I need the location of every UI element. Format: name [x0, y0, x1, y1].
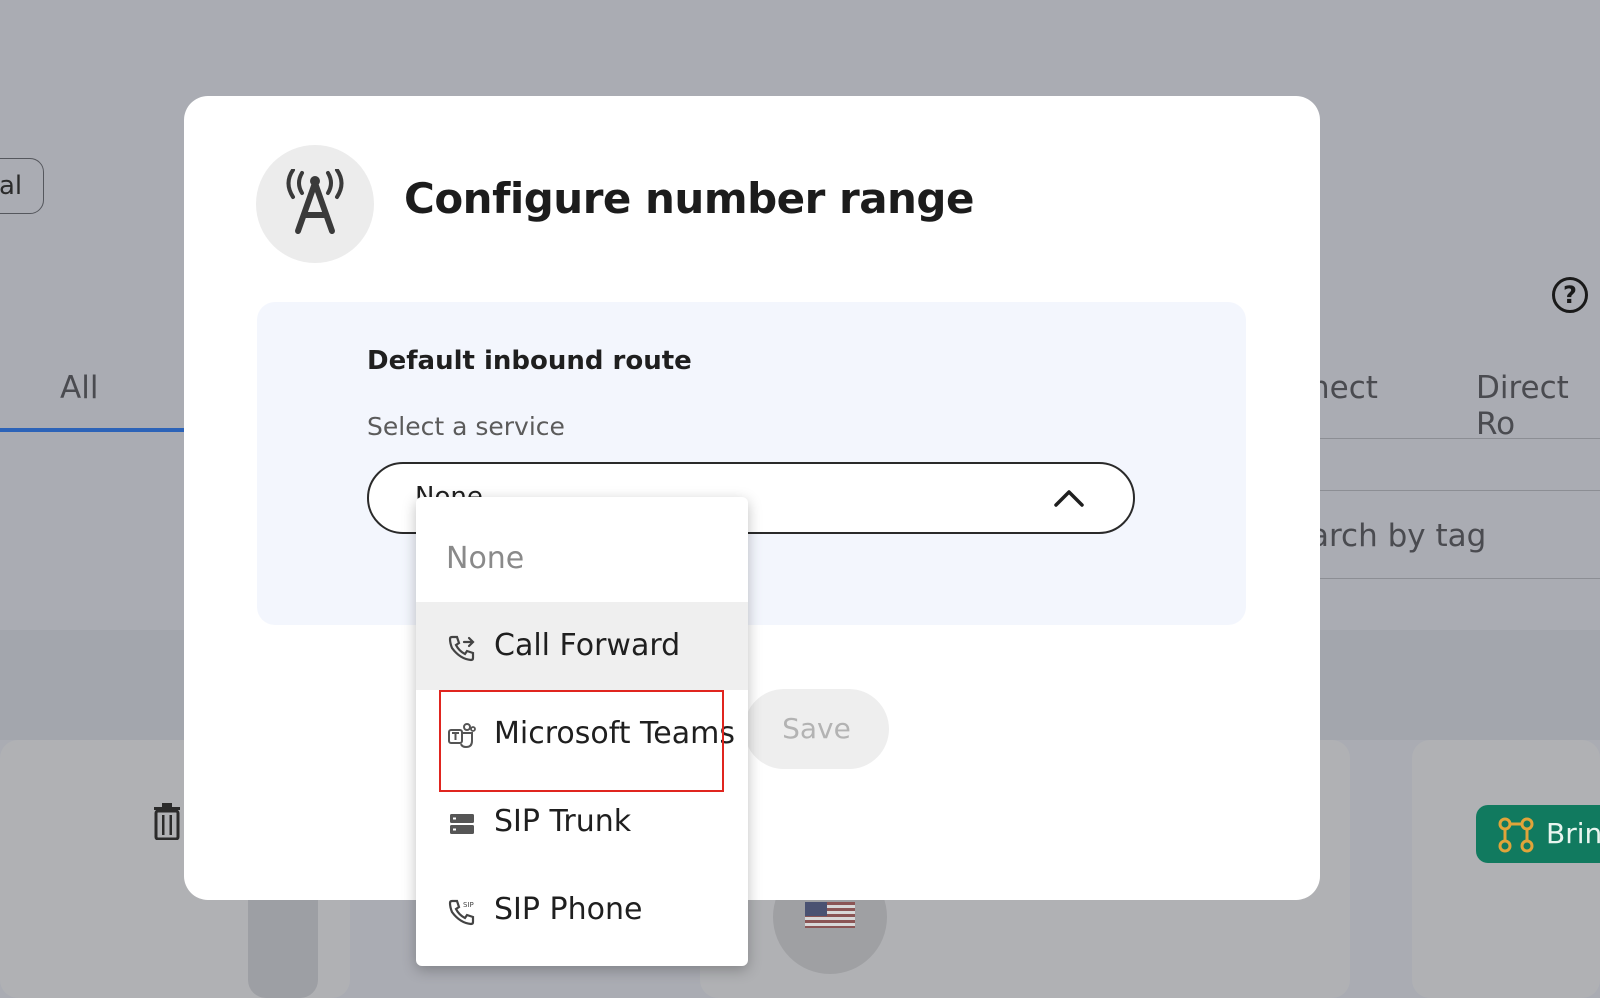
inbound-route-panel: Default inbound route Select a service N…: [257, 302, 1246, 625]
active-tab-indicator: [0, 428, 185, 432]
route-icon: [1498, 817, 1534, 861]
tab-direct-routing[interactable]: Direct Ro: [1476, 370, 1600, 442]
divider: [1310, 438, 1600, 439]
section-title: Default inbound route: [367, 346, 692, 376]
menu-item-label: None: [446, 541, 525, 576]
server-icon: [448, 810, 476, 838]
dialog-title: Configure number range: [404, 174, 975, 223]
divider: [1310, 490, 1600, 491]
menu-item-none[interactable]: None: [416, 515, 748, 603]
tab-all[interactable]: All: [60, 370, 98, 406]
pill-label: al: [0, 171, 23, 201]
call-forward-icon: [448, 634, 476, 662]
menu-item-label: Call Forward: [494, 628, 681, 663]
menu-item-label: SIP Phone: [494, 892, 643, 927]
bring-button[interactable]: Brin: [1476, 805, 1600, 863]
search-by-tag-input[interactable]: arch by tag: [1310, 518, 1486, 554]
bring-button-label: Brin: [1546, 817, 1600, 850]
configure-number-range-dialog: Configure number range Default inbound r…: [184, 96, 1320, 900]
save-button[interactable]: Save: [744, 689, 889, 769]
us-flag-icon: [805, 902, 855, 928]
menu-item-label: SIP Trunk: [494, 804, 632, 839]
background-filter-pill[interactable]: al: [0, 158, 44, 214]
highlight-box: [439, 690, 724, 792]
tab-connect[interactable]: nect: [1310, 370, 1378, 406]
help-icon[interactable]: ?: [1552, 277, 1588, 313]
trash-icon[interactable]: [152, 802, 182, 849]
svg-text:SIP: SIP: [463, 901, 474, 909]
service-field-label: Select a service: [367, 412, 565, 441]
background-card: [1412, 740, 1600, 998]
menu-item-call-forward[interactable]: Call Forward: [416, 602, 748, 690]
antenna-icon: [256, 145, 374, 263]
chevron-up-icon: [1053, 486, 1085, 514]
divider: [1310, 578, 1600, 579]
menu-item-sip-phone[interactable]: SIP SIP Phone: [416, 866, 748, 954]
sip-phone-icon: SIP: [448, 898, 476, 926]
